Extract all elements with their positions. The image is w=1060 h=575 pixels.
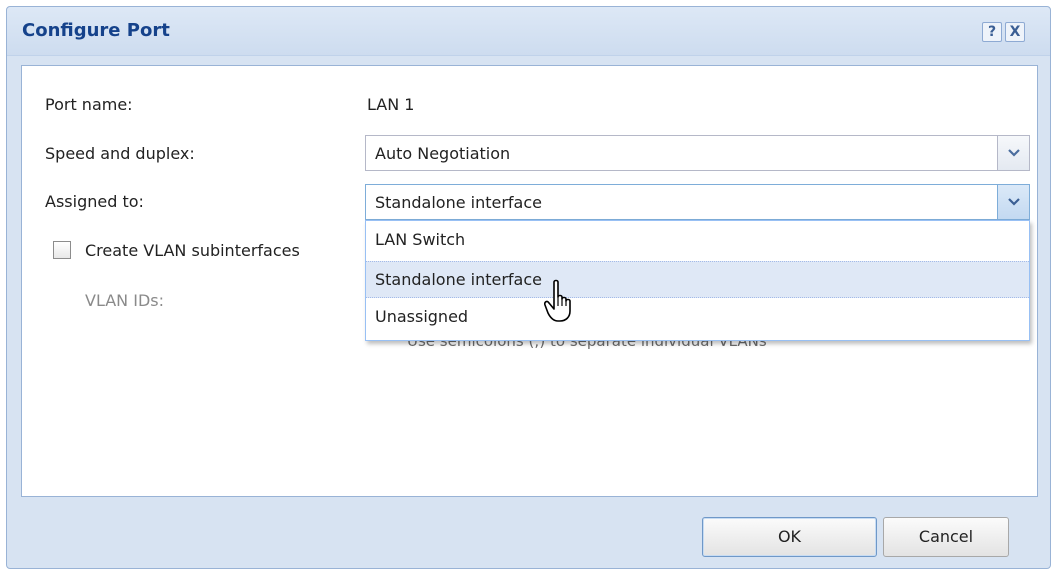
assigned-to-dropdown-list: LAN Switch Standalone interface Unassign… [365, 220, 1030, 341]
assigned-to-select[interactable]: Standalone interface [365, 184, 1030, 220]
dialog-body: Port name: LAN 1 Speed and duplex: Auto … [21, 65, 1038, 497]
speed-duplex-value: Auto Negotiation [375, 144, 511, 163]
speed-duplex-trigger[interactable] [997, 136, 1029, 170]
help-icon: ? [987, 24, 997, 40]
vlan-ids-label: VLAN IDs: [85, 291, 164, 310]
cancel-button[interactable]: Cancel [883, 517, 1009, 557]
configure-port-dialog: Configure Port ? X Port name: LAN 1 Spee… [6, 6, 1051, 569]
vlan-subinterfaces-checkbox[interactable] [53, 241, 71, 259]
assigned-to-value: Standalone interface [375, 193, 542, 212]
speed-duplex-label: Speed and duplex: [45, 144, 195, 163]
speed-duplex-select[interactable]: Auto Negotiation [365, 135, 1030, 171]
hand-pointer-cursor-icon [544, 279, 571, 322]
assigned-to-label: Assigned to: [45, 192, 144, 211]
chevron-down-icon [1008, 149, 1020, 157]
close-button[interactable]: X [1005, 22, 1025, 42]
ok-button[interactable]: OK [702, 517, 877, 557]
close-icon: X [1009, 24, 1021, 40]
assigned-to-trigger[interactable] [997, 185, 1029, 219]
chevron-down-icon [1008, 198, 1020, 206]
dialog-title: Configure Port [22, 20, 170, 41]
dropdown-option-lan-switch[interactable]: LAN Switch [366, 222, 1029, 259]
vlan-subinterfaces-label[interactable]: Create VLAN subinterfaces [85, 241, 300, 260]
dialog-title-bar[interactable]: Configure Port ? X [7, 7, 1050, 56]
dropdown-option-unassigned[interactable]: Unassigned [366, 299, 1029, 336]
help-button[interactable]: ? [982, 22, 1002, 42]
dropdown-option-standalone-interface[interactable]: Standalone interface [366, 261, 1029, 298]
port-name-label: Port name: [45, 95, 133, 114]
port-name-value: LAN 1 [367, 95, 415, 114]
